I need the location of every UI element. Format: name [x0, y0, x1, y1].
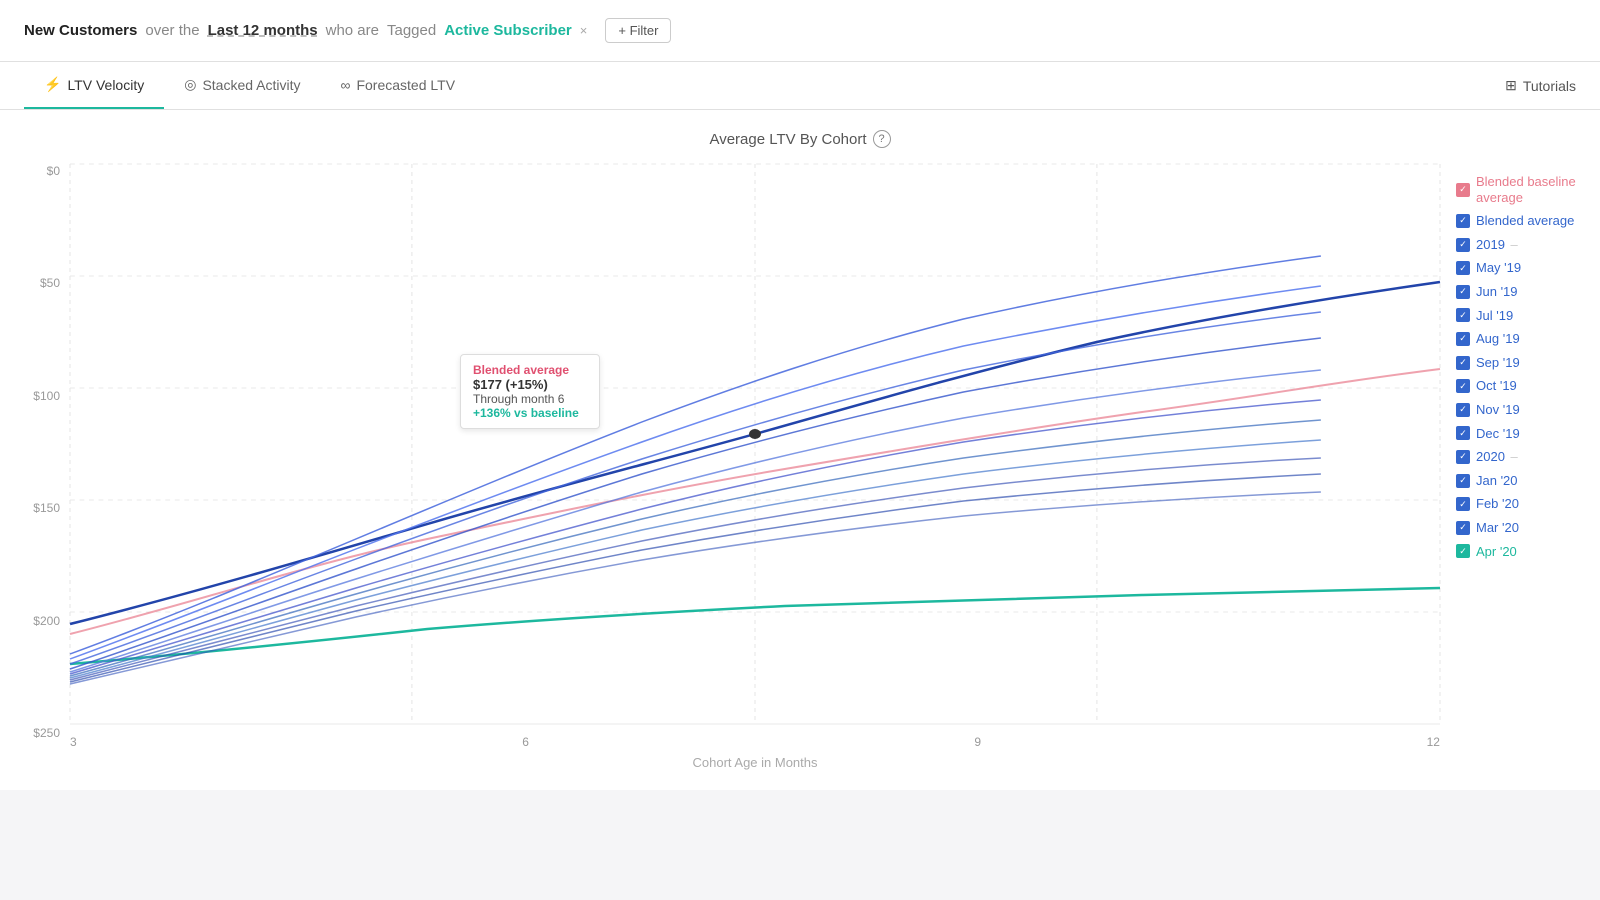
- new-customers-label: New Customers: [24, 22, 137, 39]
- chart-inner: Blended average $177 (+15%) Through mont…: [70, 164, 1440, 770]
- legend-checkbox-mar20: [1456, 521, 1470, 535]
- legend-apr-20[interactable]: Apr '20: [1456, 544, 1580, 560]
- tab-forecasted-ltv-label: Forecasted LTV: [356, 77, 455, 93]
- legend-blended-avg[interactable]: Blended average: [1456, 213, 1580, 229]
- x-label-3: 3: [70, 735, 77, 749]
- legend-checkbox-blended-avg: [1456, 214, 1470, 228]
- tabs-left: ⚡ LTV Velocity ◎ Stacked Activity ∞ Fore…: [24, 62, 475, 109]
- over-the-label: over the: [145, 22, 199, 39]
- legend-label-dec19: Dec '19: [1476, 426, 1520, 442]
- legend-label-jun19: Jun '19: [1476, 284, 1518, 300]
- chart-wrap: $250 $200 $150 $100 $50 $0: [20, 164, 1440, 770]
- legend-checkbox-oct19: [1456, 379, 1470, 393]
- chart-area: $250 $200 $150 $100 $50 $0: [0, 164, 1600, 790]
- stacked-activity-icon: ◎: [184, 76, 196, 93]
- legend-checkbox-apr20: [1456, 544, 1470, 558]
- legend-jan-20[interactable]: Jan '20: [1456, 473, 1580, 489]
- legend-label-feb20: Feb '20: [1476, 496, 1519, 512]
- tag-value[interactable]: Active Subscriber: [444, 22, 572, 39]
- legend-label-blended-avg: Blended average: [1476, 213, 1574, 229]
- forecasted-ltv-icon: ∞: [340, 77, 350, 93]
- legend-checkbox-may19: [1456, 261, 1470, 275]
- tabs-bar: ⚡ LTV Velocity ◎ Stacked Activity ∞ Fore…: [0, 62, 1600, 110]
- legend-label-oct19: Oct '19: [1476, 378, 1517, 394]
- legend-label-2019: 2019 –: [1476, 237, 1518, 253]
- legend-checkbox-jan20: [1456, 474, 1470, 488]
- tab-stacked-activity[interactable]: ◎ Stacked Activity: [164, 62, 320, 109]
- legend-blended-baseline-avg[interactable]: Blended baseline average: [1456, 174, 1580, 205]
- legend-label-aug19: Aug '19: [1476, 331, 1520, 347]
- ltv-velocity-icon: ⚡: [44, 76, 61, 93]
- legend-label-jan20: Jan '20: [1476, 473, 1518, 489]
- legend-checkbox-jul19: [1456, 308, 1470, 322]
- legend-checkbox-dec19: [1456, 426, 1470, 440]
- chart-legend: Blended baseline average Blended average…: [1440, 164, 1580, 770]
- y-label-200: $200: [20, 614, 60, 628]
- tab-forecasted-ltv[interactable]: ∞ Forecasted LTV: [320, 62, 475, 109]
- main-content: Average LTV By Cohort ? $250 $200 $150 $…: [0, 110, 1600, 790]
- legend-label-mar20: Mar '20: [1476, 520, 1519, 536]
- legend-checkbox-feb20: [1456, 497, 1470, 511]
- tagged-label: Tagged: [387, 22, 436, 39]
- legend-checkbox-sep19: [1456, 356, 1470, 370]
- y-label-0: $0: [20, 164, 60, 178]
- tutorials-label: Tutorials: [1523, 78, 1576, 94]
- legend-jun-19[interactable]: Jun '19: [1456, 284, 1580, 300]
- legend-label-nov19: Nov '19: [1476, 402, 1520, 418]
- chart-container: $250 $200 $150 $100 $50 $0: [20, 164, 1440, 770]
- tag-remove[interactable]: ×: [580, 23, 588, 38]
- y-label-50: $50: [20, 276, 60, 290]
- legend-label-jul19: Jul '19: [1476, 308, 1513, 324]
- legend-label-blended-baseline: Blended baseline average: [1476, 174, 1580, 205]
- chart-title: Average LTV By Cohort ?: [0, 130, 1600, 148]
- legend-mar-20[interactable]: Mar '20: [1456, 520, 1580, 536]
- y-label-250: $250: [20, 726, 60, 740]
- filter-button[interactable]: + Filter: [605, 18, 671, 43]
- legend-may-19[interactable]: May '19: [1456, 260, 1580, 276]
- legend-feb-20[interactable]: Feb '20: [1456, 496, 1580, 512]
- who-are-label: who are: [326, 22, 379, 39]
- y-label-150: $150: [20, 501, 60, 515]
- chart-svg: [70, 164, 1440, 724]
- legend-label-may19: May '19: [1476, 260, 1521, 276]
- header-bar: New Customers over the Last 12 months wh…: [0, 0, 1600, 62]
- legend-checkbox-blended-baseline: [1456, 183, 1470, 197]
- tutorials-icon: ⊞: [1505, 77, 1517, 94]
- tab-ltv-velocity[interactable]: ⚡ LTV Velocity: [24, 62, 164, 109]
- legend-label-apr20: Apr '20: [1476, 544, 1517, 560]
- y-axis: $250 $200 $150 $100 $50 $0: [20, 164, 70, 770]
- legend-checkbox-2019: [1456, 238, 1470, 252]
- x-label-12: 12: [1427, 735, 1440, 749]
- x-label-9: 9: [974, 735, 981, 749]
- legend-jul-19[interactable]: Jul '19: [1456, 308, 1580, 324]
- legend-label-2020: 2020 –: [1476, 449, 1518, 465]
- chart-title-text: Average LTV By Cohort: [709, 131, 866, 148]
- x-label-6: 6: [522, 735, 529, 749]
- legend-checkbox-nov19: [1456, 403, 1470, 417]
- y-label-100: $100: [20, 389, 60, 403]
- tutorials-button[interactable]: ⊞ Tutorials: [1505, 77, 1576, 94]
- legend-sep-19[interactable]: Sep '19: [1456, 355, 1580, 371]
- x-axis-labels: 3 6 9 12: [70, 729, 1440, 749]
- legend-dec-19[interactable]: Dec '19: [1456, 426, 1580, 442]
- legend-checkbox-jun19: [1456, 285, 1470, 299]
- legend-oct-19[interactable]: Oct '19: [1456, 378, 1580, 394]
- legend-checkbox-2020: [1456, 450, 1470, 464]
- legend-aug-19[interactable]: Aug '19: [1456, 331, 1580, 347]
- chart-help-icon[interactable]: ?: [873, 130, 891, 148]
- legend-2019[interactable]: 2019 –: [1456, 237, 1580, 253]
- legend-2020[interactable]: 2020 –: [1456, 449, 1580, 465]
- period-label[interactable]: Last 12 months: [208, 22, 318, 39]
- legend-nov-19[interactable]: Nov '19: [1456, 402, 1580, 418]
- tab-stacked-activity-label: Stacked Activity: [202, 77, 300, 93]
- legend-label-sep19: Sep '19: [1476, 355, 1520, 371]
- tab-ltv-velocity-label: LTV Velocity: [67, 77, 144, 93]
- x-axis-title: Cohort Age in Months: [70, 755, 1440, 770]
- legend-checkbox-aug19: [1456, 332, 1470, 346]
